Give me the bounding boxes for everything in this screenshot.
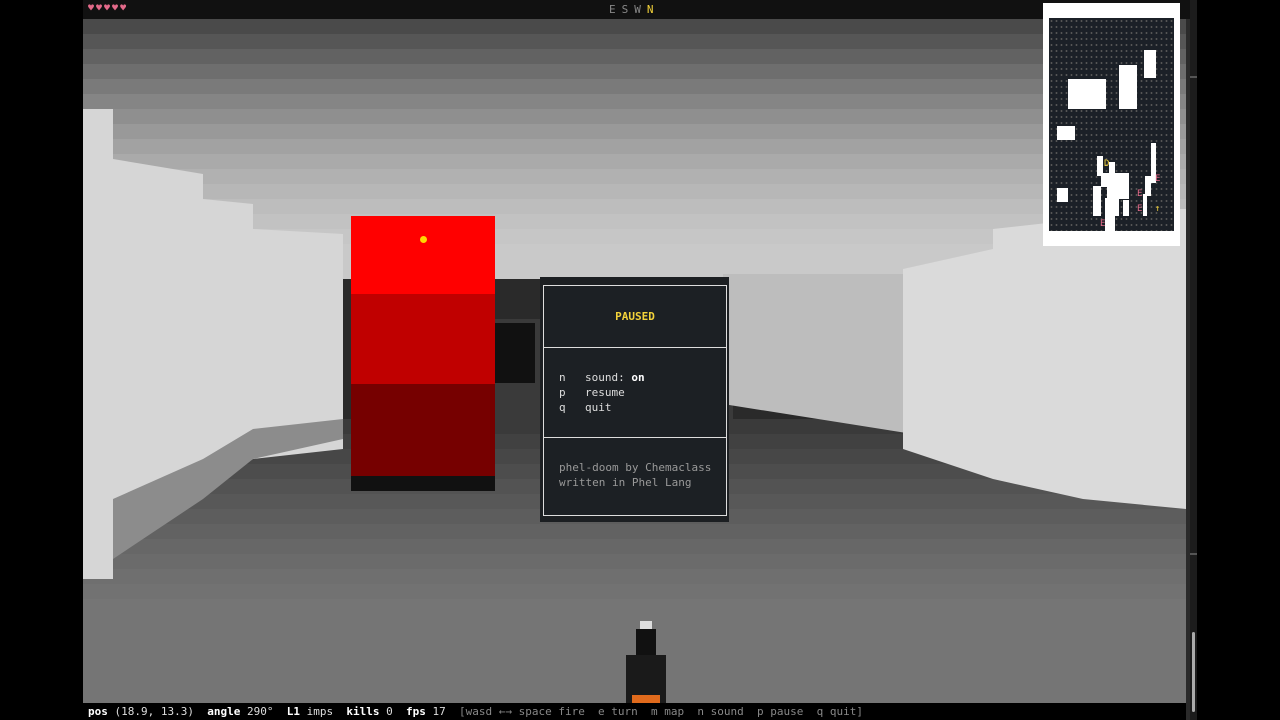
fps-value: 17 [432, 705, 446, 718]
enemy-marker: E [1137, 189, 1143, 199]
compass-south: S [621, 3, 635, 16]
health-hearts: ♥♥♥♥♥ [88, 3, 129, 14]
pause-menu-items: n sound: on p resume q quit [544, 348, 726, 438]
enemy-marker: E [1100, 219, 1106, 229]
game-frame: ♥♥♥♥♥ ESWN PAUSED n sound: on p resume q qu… [83, 0, 1197, 720]
status-bar: pos (18.9, 13.3) angle 290° L1 imps kill… [83, 703, 1186, 720]
enemy-marker: E [1137, 204, 1143, 214]
compass: ESWN [609, 3, 660, 16]
menu-item-resume[interactable]: p resume [559, 385, 726, 400]
crosshair-dot [420, 236, 427, 243]
compass-north-active: N [646, 3, 660, 16]
minimap[interactable]: D E E E E ↑ [1043, 3, 1180, 246]
sound-state: on [631, 371, 645, 384]
scrollbar-thumb[interactable] [1192, 632, 1195, 712]
dark-obstacle [495, 323, 535, 383]
pause-dialog: PAUSED n sound: on p resume q quit phel-doo… [543, 285, 727, 516]
keybind-help: [wasd ←→ space fire e turn m map n sound… [458, 705, 863, 718]
imp-enemy-sprite [351, 216, 495, 491]
menu-item-quit[interactable]: q quit [559, 400, 726, 415]
angle-value: 290° [246, 705, 274, 718]
kills-value: 0 [386, 705, 393, 718]
top-hud-bar: ♥♥♥♥♥ ESWN [83, 0, 1197, 19]
wall-right-far [723, 274, 913, 434]
compass-west: W [634, 3, 647, 16]
scrollbar[interactable] [1190, 0, 1197, 720]
credit-line-1: phel-doom by Chemaclass [559, 461, 712, 474]
enemy-marker: E [1155, 174, 1161, 184]
player-arrow-icon: ↑ [1155, 204, 1161, 214]
level-value: imps [306, 705, 334, 718]
compass-east: E [609, 3, 622, 16]
pause-title: PAUSED [615, 310, 655, 323]
credit-line-2: written in Phel Lang [559, 476, 692, 489]
credits: phel-doom by Chemaclass written in Phel … [544, 438, 726, 490]
position-value: (18.9, 13.3) [114, 705, 194, 718]
menu-item-sound[interactable]: n sound: on [559, 370, 726, 385]
door-marker: D [1104, 159, 1110, 169]
